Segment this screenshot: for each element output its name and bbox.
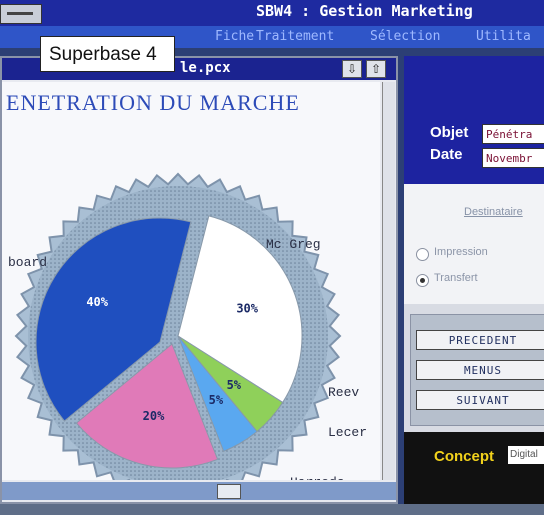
category-label-lecer: Lecer: [328, 425, 367, 440]
data-label-reev: 5%: [227, 378, 242, 392]
data-label-board: 40%: [86, 295, 108, 309]
data-label-harrods: 20%: [143, 409, 165, 423]
document-window: le.pcx ⇩ ⇧ ENETRATION DU MARCHE 30% Mc Gr…: [0, 56, 398, 504]
data-label-lecer: 5%: [209, 393, 224, 407]
concept-bar: Concept Digital: [404, 432, 544, 504]
radio-impression[interactable]: [416, 248, 429, 261]
screen: SBW4 : Gestion Marketing Fiche Traitemen…: [0, 0, 544, 515]
objet-label: Objet: [430, 124, 469, 141]
scroll-down-icon[interactable]: ⇩: [342, 60, 362, 78]
menus-button[interactable]: MENUS: [416, 360, 544, 380]
radio-transfert[interactable]: [416, 274, 429, 287]
objet-field[interactable]: Pénétra: [482, 124, 544, 144]
category-label-board: board: [8, 255, 47, 270]
image-canvas: ENETRATION DU MARCHE 30% Mc Greg 5% Reev 5% L…: [2, 82, 380, 480]
suivant-button[interactable]: SUIVANT: [416, 390, 544, 410]
precedent-button[interactable]: PRECEDENT: [416, 330, 544, 350]
concept-field[interactable]: Digital: [508, 446, 544, 464]
pie-chart: 30% Mc Greg 5% Reev 5% Lecer 20% Harrods 40% boar…: [8, 172, 367, 480]
window-title: SBW4 : Gestion Marketing: [256, 2, 473, 20]
data-label-mc-greg: 30%: [236, 302, 258, 316]
document-filename: le.pcx: [180, 60, 231, 76]
app-titlebar: SBW4 : Gestion Marketing: [0, 0, 544, 26]
menu-fiche[interactable]: Fiche: [215, 29, 254, 44]
bottom-strip: [0, 504, 544, 515]
horizontal-scroll-thumb[interactable]: [217, 484, 241, 499]
caption-label: Superbase 4: [40, 36, 175, 72]
menu-selection[interactable]: Sélection: [370, 29, 440, 44]
radio-transfert-label: Transfert: [434, 272, 478, 284]
system-menu-button[interactable]: [0, 4, 42, 24]
date-label: Date: [430, 146, 463, 163]
concept-label: Concept: [434, 448, 494, 465]
category-label-mc-greg: Mc Greg: [266, 237, 321, 252]
radio-impression-label: Impression: [434, 246, 488, 258]
date-field[interactable]: Novembr: [482, 148, 544, 168]
panel-header: Objet Pénétra Date Novembr: [404, 56, 544, 184]
menu-traitement[interactable]: Traitement: [256, 29, 334, 44]
scroll-up-icon[interactable]: ⇧: [366, 60, 386, 78]
menu-utilitaires[interactable]: Utilita: [476, 29, 531, 44]
horizontal-scrollbar[interactable]: [2, 482, 396, 500]
category-label-harrods: Harrods: [290, 475, 345, 480]
category-label-reev: Reev: [328, 385, 359, 400]
form-panel: Objet Pénétra Date Novembr Destinataire …: [404, 56, 544, 504]
vertical-scrollbar[interactable]: [382, 82, 395, 480]
destinataire-link[interactable]: Destinataire: [464, 206, 523, 218]
